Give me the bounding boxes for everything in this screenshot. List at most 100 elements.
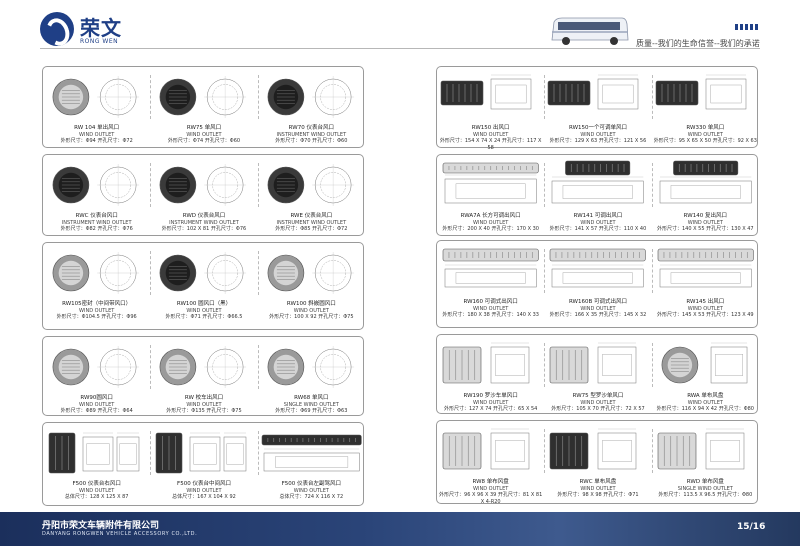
product-name: RWA 单布风盘 — [687, 393, 724, 399]
product-caption: RW145 出风口 WIND OUTLET 外形尺寸：145 X 53 开孔尺寸… — [652, 299, 759, 319]
product-item: RW330 单风口 WIND OUTLET 外形尺寸：95 X 65 X 50 … — [652, 71, 759, 161]
product-item: RW190 罗沙车单风口 WIND OUTLET 外形尺寸：127 X 74 开… — [437, 339, 544, 429]
product-image — [156, 432, 247, 474]
product-image — [52, 76, 140, 118]
product-caption: RW 校车出风口 WIND OUTLET 外形尺寸：Φ135 开孔尺寸：Φ75 — [150, 395, 257, 415]
brand-name-en: RONG WEN — [80, 38, 119, 45]
product-dimensions: 外形尺寸：141 X 57 开孔尺寸：110 X 40 — [549, 226, 647, 232]
product-visuals — [150, 341, 257, 393]
product-name: RW160 可调式出风口 — [463, 299, 518, 305]
product-visuals — [43, 247, 150, 299]
product-caption: RW150一个可调单风口 WIND OUTLET 外形尺寸：129 X 63 开… — [544, 125, 651, 145]
product-caption: RW105密封（中间带风口） WIND OUTLET 外形尺寸：Φ104.5 开… — [43, 301, 150, 321]
product-visuals — [652, 71, 759, 123]
product-item: F500 仪表台中间风口 WIND OUTLET 总体尺寸：167 X 104 … — [150, 427, 257, 517]
product-item: RW100 斜嵌圆风口 WIND OUTLET 外形尺寸：100 X 92 开孔… — [258, 247, 365, 337]
product-visuals — [258, 247, 365, 299]
item-divider — [150, 251, 152, 295]
product-dimensions: 外形尺寸：113.5 X 96.5 开孔尺寸：Φ80 — [658, 492, 753, 498]
product-item: RW8 单布风盘 WIND OUTLET 外形尺寸：96 X 96 X 39 开… — [437, 425, 544, 515]
right-panel-1: RW150 出风口 WIND OUTLET 外形尺寸：154 X 74 X 24… — [436, 66, 758, 151]
product-dimensions: 外形尺寸：145 X 53 开孔尺寸：123 X 49 — [657, 312, 754, 318]
product-dimensions: 外形尺寸：200 X 40 开孔尺寸：170 X 30 — [442, 226, 539, 232]
product-image — [659, 160, 752, 204]
product-visuals — [544, 159, 651, 211]
item-divider — [257, 251, 259, 295]
product-dimensions: 外形尺寸：Φ104.5 开孔尺寸：Φ96 — [56, 314, 137, 320]
product-item: RW70 仪表台风口 INSTRUMENT WIND OUTLET 外形尺寸：Φ… — [258, 71, 365, 161]
page-footer: 丹阳市荣文车辆附件有限公司 DANYANG RONGWEN VEHICLE AC… — [0, 512, 800, 546]
right-panel-5: RW8 单布风盘 WIND OUTLET 外形尺寸：96 X 96 X 39 开… — [436, 420, 758, 505]
item-divider — [651, 163, 653, 207]
right-panel-4: RW190 罗沙车单风口 WIND OUTLET 外形尺寸：127 X 74 开… — [436, 334, 758, 414]
product-visuals — [544, 245, 651, 297]
product-name: F500 仪表台右风口 — [72, 481, 121, 487]
page-header: 荣文 RONG WEN 质量--我们的生命 信誉--我们的承诺 — [0, 0, 800, 62]
product-caption: RWA7A 长方可调出风口 WIND OUTLET 外形尺寸：200 X 40 … — [437, 213, 544, 233]
product-image — [550, 342, 637, 384]
product-caption: RW140 复出风口 WIND OUTLET 外形尺寸：140 X 55 开孔尺… — [652, 213, 759, 233]
item-divider — [150, 345, 152, 389]
product-image — [552, 160, 644, 204]
product-visuals — [258, 427, 365, 479]
product-visuals — [258, 71, 365, 123]
item-divider — [544, 163, 546, 207]
product-visuals — [437, 71, 544, 123]
product-image — [442, 162, 539, 204]
brand-logo-icon — [40, 12, 74, 46]
product-item: RWA 单布风盘 WIND OUTLET 外形尺寸：116 X 94 X 42 … — [652, 339, 759, 429]
stripe-decoration — [735, 24, 759, 30]
item-divider — [257, 163, 259, 207]
product-dimensions: 外形尺寸：96 X 96 X 39 开孔尺寸：81 X 81 X 4-R20 — [439, 492, 543, 505]
product-caption: RW70 仪表台风口 INSTRUMENT WIND OUTLET 外形尺寸：Φ… — [258, 125, 365, 145]
product-name: RWD 仪表台风口 — [182, 213, 226, 219]
product-dimensions: 总体尺寸：167 X 104 X 92 — [172, 494, 236, 500]
product-item: RW150一个可调单风口 WIND OUTLET 外形尺寸：129 X 63 开… — [544, 71, 651, 161]
product-visuals — [150, 159, 257, 211]
product-visuals — [652, 425, 759, 477]
product-dimensions: 总体尺寸：128 X 125 X 87 — [64, 494, 129, 500]
page-number: 15/16 — [737, 522, 766, 532]
product-caption: RWC 单布风盘 WIND OUTLET 外形尺寸：98 X 98 开孔尺寸：Φ… — [544, 479, 651, 499]
item-divider — [651, 429, 653, 473]
product-image — [159, 252, 247, 294]
product-visuals — [437, 339, 544, 391]
item-divider — [544, 429, 546, 473]
product-item: RW68 单风口 SINGLE WIND OUTLET 外形尺寸：Φ69 开孔尺… — [258, 341, 365, 431]
product-visuals — [652, 339, 759, 391]
product-dimensions: 外形尺寸：Φ71 开孔尺寸：Φ66.5 — [165, 314, 243, 320]
product-item: RW105密封（中间带风口） WIND OUTLET 外形尺寸：Φ104.5 开… — [43, 247, 150, 337]
right-panel-3: RW160 可调式出风口 WIND OUTLET 外形尺寸：180 X 38 开… — [436, 240, 758, 328]
product-name: RW8 单布风盘 — [472, 479, 509, 485]
product-visuals — [652, 159, 759, 211]
product-image — [159, 164, 247, 206]
product-image — [48, 432, 140, 474]
product-item: RW75 单风口 WIND OUTLET 外形尺寸：Φ74 开孔尺寸：Φ60 — [150, 71, 257, 161]
item-divider — [651, 249, 653, 293]
product-item: RW150 出风口 WIND OUTLET 外形尺寸：154 X 74 X 24… — [437, 71, 544, 161]
product-caption: RW190 罗沙车单风口 WIND OUTLET 外形尺寸：127 X 74 开… — [437, 393, 544, 413]
product-image — [52, 164, 140, 206]
product-item: RWC 单布风盘 WIND OUTLET 外形尺寸：98 X 98 开孔尺寸：Φ… — [544, 425, 651, 515]
product-caption: RWE 仪表台风口 INSTRUMENT WIND OUTLET 外形尺寸：Φ8… — [258, 213, 365, 233]
product-dimensions: 外形尺寸：95 X 65 X 50 开孔尺寸：92 X 63 — [653, 138, 757, 144]
product-dimensions: 外形尺寸：Φ135 开孔尺寸：Φ75 — [166, 408, 242, 414]
product-caption: RW100 圆风口（黑） WIND OUTLET 外形尺寸：Φ71 开孔尺寸：Φ… — [150, 301, 257, 321]
item-divider — [150, 163, 152, 207]
product-image — [657, 428, 744, 470]
product-dimensions: 外形尺寸：102 X 81 开孔尺寸：Φ76 — [161, 226, 247, 232]
product-dimensions: 外形尺寸：100 X 92 开孔尺寸：Φ75 — [269, 314, 354, 320]
product-item: RWD 单布风盘 SINGLE WIND OUTLET 外形尺寸：113.5 X… — [652, 425, 759, 515]
product-dimensions: 外形尺寸：105 X 70 开孔尺寸：72 X 57 — [551, 406, 645, 412]
company-name-en: DANYANG RONGWEN VEHICLE ACCESSORY CO.,LT… — [42, 531, 198, 537]
product-item: RW100 圆风口（黑） WIND OUTLET 外形尺寸：Φ71 开孔尺寸：Φ… — [150, 247, 257, 337]
product-visuals — [150, 427, 257, 479]
product-visuals — [43, 159, 150, 211]
product-dimensions: 外形尺寸：98 X 98 开孔尺寸：Φ71 — [557, 492, 639, 498]
product-caption: RWD 单布风盘 SINGLE WIND OUTLET 外形尺寸：113.5 X… — [652, 479, 759, 499]
product-visuals — [544, 71, 651, 123]
product-name: RW150一个可调单风口 — [568, 125, 628, 131]
product-dimensions: 外形尺寸：Φ89 开孔尺寸：Φ64 — [60, 408, 133, 414]
product-item: RW 104 单出风口 WIND OUTLET 外形尺寸：Φ94 开孔尺寸：Φ7… — [43, 71, 150, 161]
product-name: RW75 型罗沙单风口 — [572, 393, 624, 399]
